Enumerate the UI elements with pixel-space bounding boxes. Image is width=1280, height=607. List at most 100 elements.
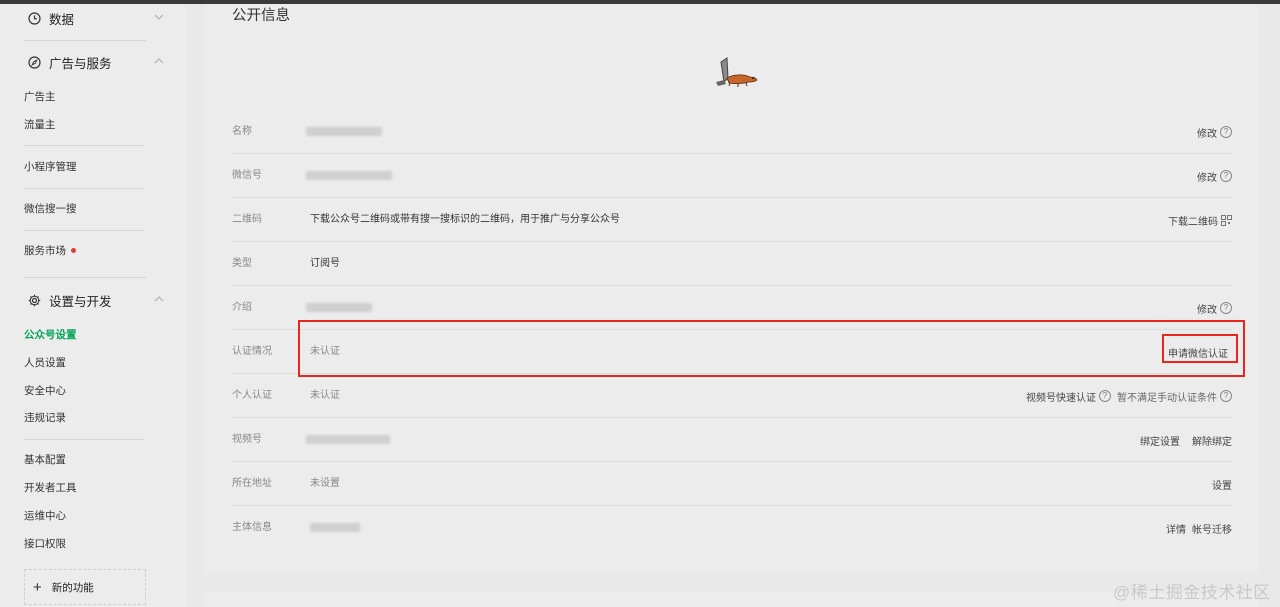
channels-quick-verify-link[interactable]: 视频号快速认证 (1026, 389, 1096, 404)
sidebar: 数据 广告与服务 广告主 流量主 小程序管理 微信搜一搜 服务市场 设置与开发 … (0, 4, 186, 607)
row-actions: 绑定设置 解除绑定 (1140, 418, 1232, 462)
row-actions: 设置 (1212, 462, 1232, 506)
info-row-qrcode: 二维码 下载公众号二维码或带有搜一搜标识的二维码，用于推广与分享公众号 下载二维… (232, 198, 1232, 242)
apply-wechat-verification-link[interactable]: 申请微信认证 (1168, 345, 1228, 360)
sidebar-item-mini-program[interactable]: 小程序管理 (24, 157, 77, 177)
next-panel (204, 593, 1258, 607)
sidebar-item-member-settings[interactable]: 人员设置 (24, 353, 66, 373)
set-address-link[interactable]: 设置 (1212, 477, 1232, 492)
account-migration-link[interactable]: 帐号迁移 (1192, 521, 1232, 536)
sidebar-item-wechat-search[interactable]: 微信搜一搜 (24, 199, 77, 219)
sidebar-item-security-center[interactable]: 安全中心 (24, 381, 66, 401)
row-label: 介绍 (232, 302, 252, 313)
redacted-value (306, 171, 392, 180)
row-actions: 详情 帐号迁移 (1166, 506, 1232, 550)
sidebar-item-account-settings[interactable]: 公众号设置 (24, 325, 77, 345)
divider (24, 40, 146, 41)
sidebar-group-label: 设置与开发 (49, 294, 112, 309)
divider (24, 188, 144, 189)
help-icon[interactable]: ? (1220, 302, 1232, 314)
avatar[interactable] (702, 44, 764, 102)
row-label: 类型 (232, 258, 252, 269)
plus-icon: + (33, 578, 42, 596)
row-label: 个人认证 (232, 390, 272, 401)
info-row-name: 名称 修改 ? (232, 110, 1232, 154)
redacted-value (306, 303, 372, 312)
new-feature-button[interactable]: + 新的功能 (24, 569, 146, 605)
sidebar-item-api-permissions[interactable]: 接口权限 (24, 534, 66, 554)
sidebar-group-ads[interactable]: 广告与服务 (28, 48, 164, 76)
row-label: 微信号 (232, 170, 262, 181)
row-label: 认证情况 (232, 346, 272, 357)
row-actions: 修改 ? (1197, 286, 1232, 330)
info-row-entity: 主体信息 详情 帐号迁移 (232, 506, 1232, 550)
info-row-intro: 介绍 修改 ? (232, 286, 1232, 330)
sidebar-item-traffic-owner[interactable]: 流量主 (24, 115, 56, 135)
sidebar-group-label: 广告与服务 (49, 56, 112, 71)
chevron-down-icon (154, 14, 164, 20)
row-actions: 修改 ? (1197, 110, 1232, 154)
row-value: 下载公众号二维码或带有搜一搜标识的二维码，用于推广与分享公众号 (310, 214, 620, 225)
help-icon[interactable]: ? (1099, 390, 1111, 402)
gear-icon (28, 294, 41, 307)
new-feature-label: 新的功能 (51, 581, 94, 594)
chevron-up-icon (154, 58, 164, 64)
edit-name-link[interactable]: 修改 (1197, 125, 1217, 140)
not-eligible-text: 暂不满足手动认证条件 (1117, 392, 1217, 404)
notification-dot (71, 247, 76, 253)
help-icon[interactable]: ? (1220, 170, 1232, 182)
sidebar-item-basic-config[interactable]: 基本配置 (24, 450, 66, 470)
row-label: 主体信息 (232, 522, 272, 533)
redacted-value (306, 435, 390, 444)
info-row-verification: 认证情况 未认证 申请微信认证 (232, 330, 1232, 374)
info-row-personal-verification: 个人认证 未认证 视频号快速认证 ? 暂不满足手动认证条件 ? (232, 374, 1232, 418)
redacted-value (310, 523, 360, 532)
sidebar-group-label: 数据 (49, 12, 75, 27)
download-qrcode-link[interactable]: 下载二维码 (1168, 213, 1218, 228)
sidebar-group-settings[interactable]: 设置与开发 (28, 286, 164, 314)
sidebar-item-label: 服务市场 (24, 245, 66, 257)
chevron-up-icon (154, 296, 164, 302)
watermark: @稀土掘金技术社区 (1113, 583, 1271, 602)
help-icon[interactable]: ? (1220, 126, 1232, 138)
info-row-channels: 视频号 绑定设置 解除绑定 (232, 418, 1232, 462)
help-icon[interactable]: ? (1220, 390, 1232, 402)
info-row-address: 所在地址 未设置 设置 (232, 462, 1232, 506)
edit-intro-link[interactable]: 修改 (1197, 301, 1217, 316)
qrcode-icon[interactable] (1221, 214, 1232, 226)
public-info-panel: 公开信息 名称 修改 ? 微信号 修改 ? 二维码 下载公众号二维码或带有搜一搜… (204, 4, 1258, 574)
row-actions: 视频号快速认证 ? 暂不满足手动认证条件 ? (1026, 374, 1232, 418)
compass-icon (28, 55, 41, 69)
info-row-type: 类型 订阅号 (232, 242, 1232, 286)
info-row-wechat-id: 微信号 修改 ? (232, 154, 1232, 198)
sidebar-item-advertiser[interactable]: 广告主 (24, 87, 56, 107)
sidebar-item-service-market[interactable]: 服务市场 (24, 241, 76, 261)
redacted-value (306, 127, 382, 136)
row-value: 未认证 (310, 390, 340, 401)
sidebar-item-ops-center[interactable]: 运维中心 (24, 506, 66, 526)
row-value: 未设置 (310, 478, 340, 489)
entity-details-link[interactable]: 详情 (1166, 521, 1186, 536)
edit-wechat-id-link[interactable]: 修改 (1197, 169, 1217, 184)
divider (24, 230, 144, 231)
row-actions: 申请微信认证 (1168, 330, 1228, 374)
unbind-link[interactable]: 解除绑定 (1192, 433, 1232, 448)
row-actions: 下载二维码 (1168, 198, 1232, 242)
row-actions: 修改 ? (1197, 154, 1232, 198)
row-label: 视频号 (232, 434, 262, 445)
divider (24, 145, 144, 146)
divider (24, 277, 146, 278)
clock-icon (28, 11, 41, 25)
sidebar-item-developer-tools[interactable]: 开发者工具 (24, 478, 77, 498)
cat-avatar-image (716, 57, 758, 87)
bind-settings-link[interactable]: 绑定设置 (1140, 433, 1180, 448)
divider (24, 439, 144, 440)
sidebar-item-violation-records[interactable]: 违规记录 (24, 408, 66, 428)
row-value: 未认证 (310, 346, 340, 357)
row-label: 名称 (232, 126, 252, 137)
row-value: 订阅号 (310, 258, 340, 269)
row-label: 所在地址 (232, 478, 272, 489)
sidebar-group-data[interactable]: 数据 (28, 4, 164, 32)
section-title: 公开信息 (232, 8, 290, 24)
row-label: 二维码 (232, 214, 262, 225)
